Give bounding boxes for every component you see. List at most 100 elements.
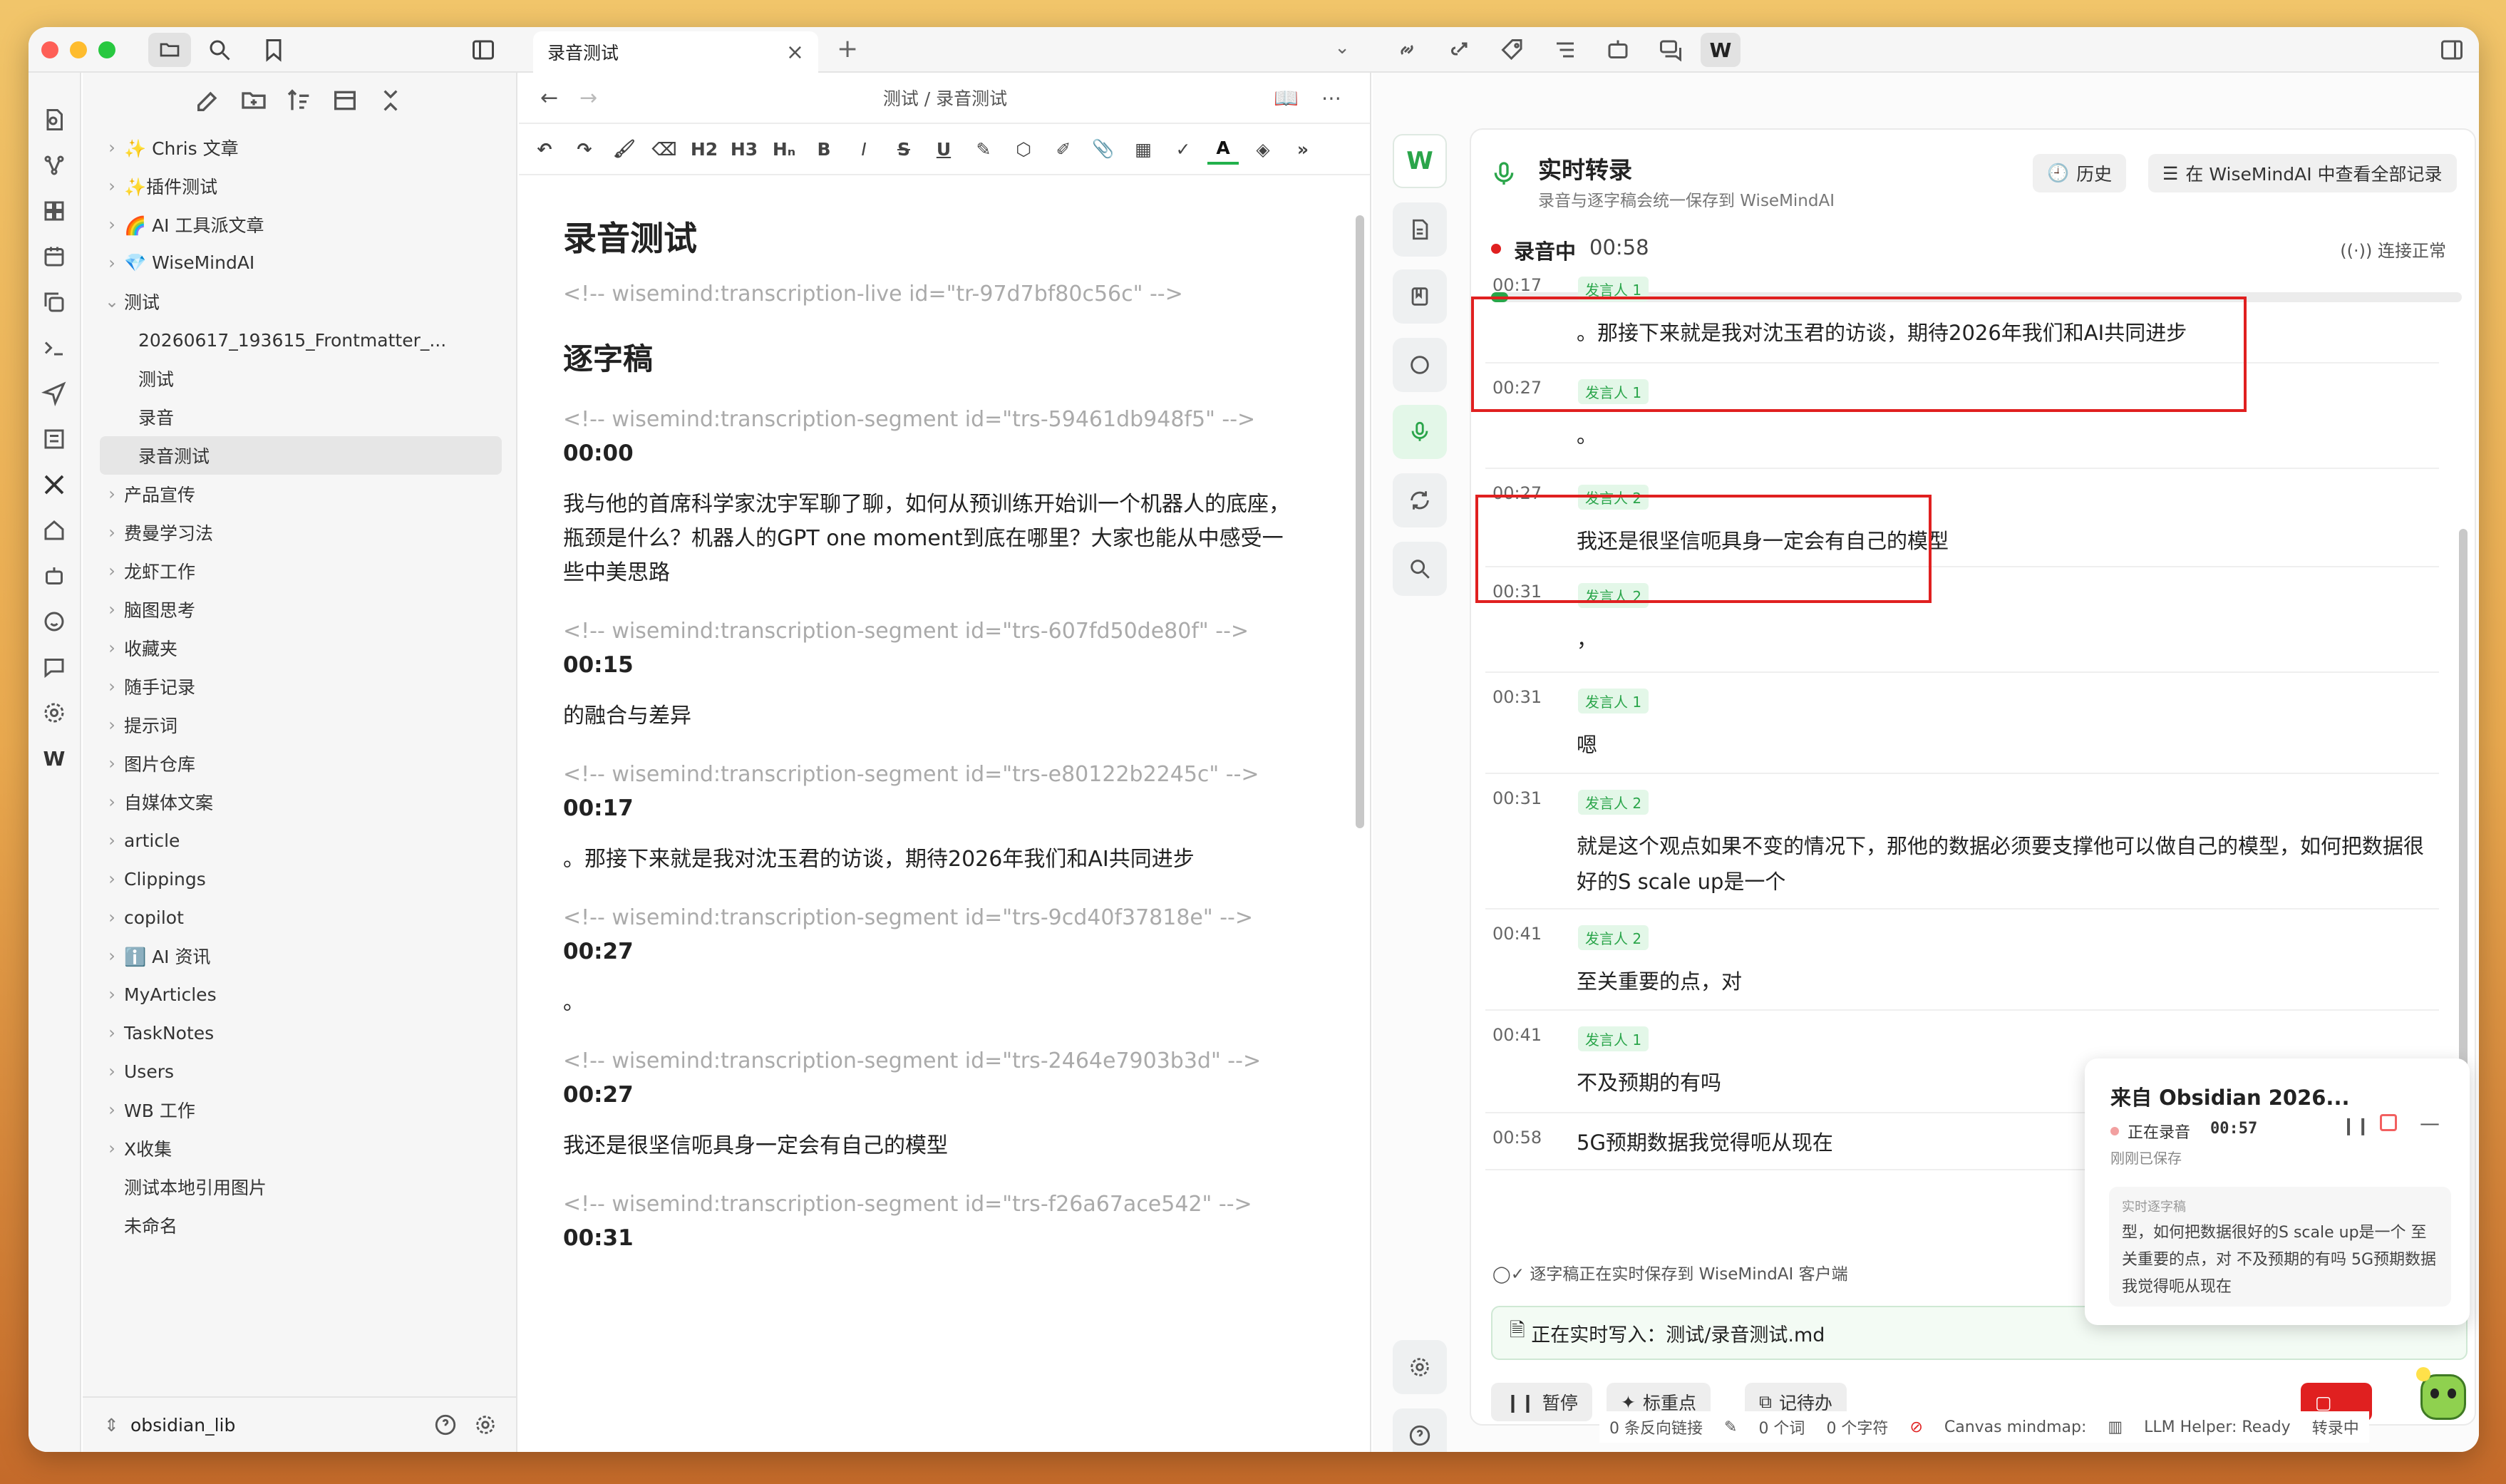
italic-button[interactable]: I (848, 133, 880, 165)
sidebar-item[interactable]: › TaskNotes (83, 1014, 516, 1052)
sidebar-item[interactable]: › 脑图思考 (83, 590, 516, 629)
collapse-all-icon[interactable] (376, 86, 405, 115)
sidebar-item[interactable]: › ✨ Chris 文章 (83, 128, 516, 167)
sidebar-toggle-icon[interactable] (470, 37, 496, 63)
sidebar-item[interactable]: 未命名 (83, 1206, 516, 1245)
sidebar-item[interactable]: › 图片仓库 (83, 744, 516, 783)
table-icon[interactable]: ▦ (1128, 133, 1159, 165)
panel-search-icon[interactable] (1393, 542, 1447, 596)
folder-icon[interactable] (148, 33, 191, 67)
sidebar-item[interactable]: › article (83, 821, 516, 860)
note-content[interactable]: 录音测试 <!-- wisemind:transcription-live id… (563, 194, 1304, 1251)
document-icon[interactable] (1393, 202, 1447, 257)
tag-icon[interactable] (1500, 37, 1525, 63)
help-icon[interactable] (433, 1413, 458, 1437)
smile-icon[interactable] (41, 609, 67, 634)
chat-icon[interactable] (1658, 37, 1683, 63)
maximize-window-button[interactable] (98, 41, 115, 58)
terminal-icon[interactable] (41, 335, 67, 361)
minimize-window-button[interactable] (70, 41, 87, 58)
send-icon[interactable] (41, 381, 67, 406)
sidebar-item[interactable]: › ℹ️ AI 资讯 (83, 937, 516, 975)
grid-icon[interactable] (41, 198, 67, 224)
sort-icon[interactable] (285, 86, 314, 115)
new-tab-icon[interactable]: + (837, 34, 858, 63)
floating-recorder[interactable]: 来自 Obsidian 2026... 正在录音 00:57 刚刚已保存 ❙❙ … (2085, 1058, 2470, 1325)
sync-icon[interactable] (1393, 473, 1447, 527)
home-icon[interactable] (41, 517, 67, 543)
list-icon[interactable] (41, 426, 67, 452)
microphone-icon[interactable] (1393, 405, 1447, 459)
history-button[interactable]: 🕘 历史 (2033, 154, 2127, 192)
transcript-segment[interactable]: 00:31 发言人 1 嗯 (1485, 673, 2439, 774)
collapse-view-icon[interactable] (331, 86, 359, 115)
sidebar-item[interactable]: › Clippings (83, 860, 516, 898)
cube-icon[interactable]: ⬡ (1008, 133, 1039, 165)
floating-pause-icon[interactable]: ❙❙ (2341, 1115, 2370, 1135)
sidebar-item[interactable]: › ✨插件测试 (83, 167, 516, 205)
more-options-icon[interactable]: ⋯ (1321, 86, 1341, 110)
vault-settings-icon[interactable] (473, 1413, 497, 1437)
hn-button[interactable]: Hₙ (768, 133, 800, 165)
search-icon[interactable] (207, 37, 232, 63)
sidebar-item[interactable]: › MyArticles (83, 975, 516, 1014)
sidebar-item[interactable]: › 提示词 (83, 706, 516, 744)
outline-icon[interactable] (1552, 37, 1578, 63)
vault-switcher[interactable]: ⇕ obsidian_lib (83, 1396, 516, 1452)
sidebar-item[interactable]: › 随手记录 (83, 667, 516, 706)
sidebar-item[interactable]: › WB 工作 (83, 1091, 516, 1129)
editor-scrollbar[interactable] (1356, 215, 1364, 828)
sidebar-item[interactable]: › Users (83, 1052, 516, 1091)
h2-button[interactable]: H2 (689, 133, 720, 165)
sidebar-item[interactable]: 录音测试 (100, 436, 502, 475)
settings-icon[interactable] (41, 700, 67, 726)
floating-minimize-icon[interactable]: — (2420, 1111, 2440, 1135)
close-window-button[interactable] (41, 41, 58, 58)
text-color-icon[interactable]: A (1207, 133, 1239, 165)
tab-recording-test[interactable]: 录音测试 × (533, 31, 818, 73)
format-painter-icon[interactable]: 🖌 (609, 133, 640, 165)
bold-button[interactable]: B (808, 133, 840, 165)
sidebar-item[interactable]: 20260617_193615_Frontmatter_... (83, 321, 516, 359)
transcript-scrollbar[interactable] (2459, 529, 2468, 1099)
fill-color-icon[interactable]: ◈ (1247, 133, 1279, 165)
sidebar-item[interactable]: › 🌈 AI 工具派文章 (83, 205, 516, 244)
comment-icon[interactable] (41, 654, 67, 680)
wisemind-panel-icon[interactable]: W (1393, 134, 1447, 188)
bot-icon[interactable] (41, 563, 67, 589)
calendar-icon[interactable] (41, 244, 67, 269)
eraser-icon[interactable]: ⌫ (649, 133, 680, 165)
underline-icon[interactable]: U (928, 133, 959, 165)
undo-icon[interactable]: ↶ (529, 133, 560, 165)
robot-icon[interactable] (1605, 37, 1631, 63)
sidebar-item[interactable]: › 💎 WiseMindAI (83, 244, 516, 282)
sync-off-icon[interactable]: ⊘ (1909, 1418, 1922, 1436)
view-all-records-button[interactable]: ☰ 在 WiseMindAI 中查看全部记录 (2148, 154, 2457, 192)
sidebar-item[interactable]: › 产品宣传 (83, 475, 516, 513)
pause-button[interactable]: ❙❙ 暂停 (1491, 1383, 1592, 1421)
check-icon[interactable]: ✓ (1167, 133, 1199, 165)
chevron-down-icon[interactable]: ⌄ (1334, 37, 1350, 58)
sidebar-item[interactable]: › X收集 (83, 1129, 516, 1168)
sidebar-item[interactable]: 录音 (83, 398, 516, 436)
floating-stop-icon[interactable] (2380, 1114, 2397, 1131)
sidebar-item[interactable]: › 费曼学习法 (83, 513, 516, 552)
tab-close-icon[interactable]: × (786, 40, 804, 65)
canvas-mindmap-status[interactable]: Canvas mindmap: (1944, 1418, 2086, 1436)
back-icon[interactable]: ← (540, 86, 558, 110)
reading-view-icon[interactable]: 📖 (1274, 86, 1299, 110)
right-sidebar-toggle-icon[interactable] (2439, 37, 2465, 63)
toolbar-more-icon[interactable]: » (1287, 133, 1319, 165)
sidebar-item[interactable]: 测试 (83, 359, 516, 398)
book-icon[interactable] (1393, 269, 1447, 324)
new-folder-icon[interactable] (239, 86, 268, 115)
transcribing-status[interactable]: 转录中 (2312, 1416, 2359, 1438)
panel-settings-icon[interactable] (1393, 1340, 1447, 1394)
sidebar-item[interactable]: ⌄ 测试 (83, 282, 516, 321)
attachment-icon[interactable]: 📎 (1088, 133, 1119, 165)
transcript-segment[interactable]: 00:31 发言人 2 就是这个观点如果不变的情况下，那他的数据必须要支撑他可以做自… (1485, 774, 2439, 910)
link-icon[interactable] (1394, 37, 1420, 63)
h3-button[interactable]: H3 (728, 133, 760, 165)
graph-icon[interactable] (41, 153, 67, 178)
llm-status[interactable]: LLM Helper: Ready (2144, 1418, 2291, 1436)
